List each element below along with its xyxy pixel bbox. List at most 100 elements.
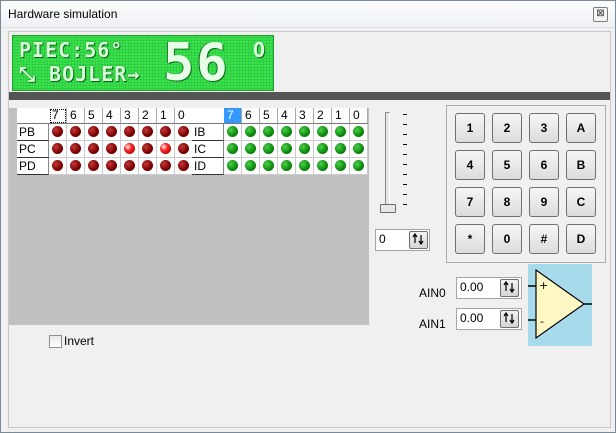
led-cell[interactable] [296,158,314,175]
slider-tick [403,134,407,135]
led-cell[interactable] [175,158,193,175]
led-cell[interactable] [157,124,175,141]
led-cell[interactable] [157,158,175,175]
vertical-slider[interactable] [377,112,411,213]
led-cell[interactable] [350,124,368,141]
led-cell[interactable] [278,158,296,175]
led-cell[interactable] [49,124,67,141]
led-cell[interactable] [332,124,350,141]
led-cell[interactable] [242,158,260,175]
key-c-button[interactable]: C [566,187,596,217]
led-cell[interactable] [260,141,278,158]
led-cell[interactable] [139,124,157,141]
led-cell[interactable] [314,158,332,175]
led-cell[interactable] [260,124,278,141]
led-cell[interactable] [139,158,157,175]
led-cell[interactable] [121,158,139,175]
ain1-spin-button[interactable] [500,310,519,328]
led-cell[interactable] [121,141,139,158]
invert-checkbox-box[interactable] [49,335,62,348]
out-bit-header[interactable]: 6 [67,108,85,124]
in-bit-header[interactable]: 6 [242,108,260,124]
out-bit-header[interactable]: 5 [85,108,103,124]
led-cell[interactable] [296,141,314,158]
in-bit-header[interactable]: 4 [278,108,296,124]
led-cell[interactable] [49,158,67,175]
led-cell[interactable] [85,158,103,175]
key-6-button[interactable]: 6 [529,150,559,180]
key-hash-button[interactable]: # [529,224,559,254]
led-cell[interactable] [121,124,139,141]
led-cell[interactable] [314,124,332,141]
in-port-row: IB [192,124,368,141]
led-cell[interactable] [350,158,368,175]
led-cell[interactable] [224,158,242,175]
out-bit-header[interactable]: 4 [103,108,121,124]
ain0-value[interactable]: 0.00 [460,280,483,294]
window-title: Hardware simulation [8,7,118,21]
led-cell[interactable] [224,124,242,141]
port-label-id: ID [192,158,224,175]
led-cell[interactable] [278,124,296,141]
led-cell[interactable] [350,141,368,158]
led-cell[interactable] [157,141,175,158]
led-cell[interactable] [85,124,103,141]
in-bit-header[interactable]: 3 [296,108,314,124]
led-cell[interactable] [103,124,121,141]
slider-spin-button[interactable] [409,231,428,249]
key-2-button[interactable]: 2 [492,113,522,143]
led-cell[interactable] [175,141,193,158]
led-cell[interactable] [103,141,121,158]
key-3-button[interactable]: 3 [529,113,559,143]
key-star-button[interactable]: * [455,224,485,254]
in-bit-header[interactable]: 5 [260,108,278,124]
slider-thumb[interactable] [380,204,396,213]
key-1-button[interactable]: 1 [455,113,485,143]
led-cell[interactable] [67,158,85,175]
ain0-spinbox[interactable]: 0.00 [456,277,522,299]
in-bit-header[interactable]: 1 [332,108,350,124]
led-cell[interactable] [85,141,103,158]
led-cell[interactable] [175,124,193,141]
key-0-button[interactable]: 0 [492,224,522,254]
key-7-button[interactable]: 7 [455,187,485,217]
key-9-button[interactable]: 9 [529,187,559,217]
led-cell[interactable] [67,141,85,158]
key-b-button[interactable]: B [566,150,596,180]
in-bit-header[interactable]: 7 [224,108,242,124]
green-led-icon [335,143,346,154]
out-bit-header[interactable]: 2 [139,108,157,124]
key-d-button[interactable]: D [566,224,596,254]
ain1-value[interactable]: 0.00 [460,311,483,325]
in-bit-header[interactable]: 0 [350,108,368,124]
led-cell[interactable] [332,141,350,158]
led-cell[interactable] [278,141,296,158]
out-bit-header[interactable]: 0 [175,108,193,124]
led-cell[interactable] [49,141,67,158]
led-cell[interactable] [242,141,260,158]
green-led-icon [245,143,256,154]
led-cell[interactable] [139,141,157,158]
key-4-button[interactable]: 4 [455,150,485,180]
close-button[interactable]: ⊠ [593,7,608,22]
slider-value[interactable]: 0 [379,232,386,246]
ain1-spinbox[interactable]: 0.00 [456,308,522,330]
led-cell[interactable] [314,141,332,158]
led-cell[interactable] [67,124,85,141]
led-cell[interactable] [224,141,242,158]
port-label-pc: PC [17,141,49,158]
key-a-button[interactable]: A [566,113,596,143]
out-bit-header[interactable]: 3 [121,108,139,124]
slider-value-spinbox[interactable]: 0 [375,229,430,251]
in-bit-header[interactable]: 2 [314,108,332,124]
out-bit-header[interactable]: 1 [157,108,175,124]
led-cell[interactable] [296,124,314,141]
led-cell[interactable] [103,158,121,175]
ain0-spin-button[interactable] [500,279,519,297]
led-cell[interactable] [332,158,350,175]
led-cell[interactable] [260,158,278,175]
key-8-button[interactable]: 8 [492,187,522,217]
out-bit-header[interactable]: 7 [49,108,67,124]
led-cell[interactable] [242,124,260,141]
key-5-button[interactable]: 5 [492,150,522,180]
